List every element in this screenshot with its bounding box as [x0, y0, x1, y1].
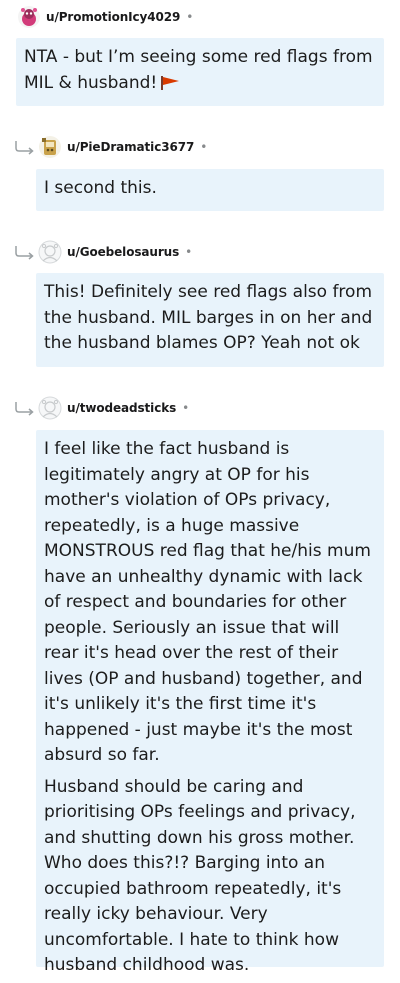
comment-header: u/PieDramatic3677 •	[38, 133, 207, 161]
comment-body: This! Definitely see red flags also from…	[36, 273, 384, 367]
comment-text: This! Definitely see red flags also from…	[44, 282, 373, 353]
username[interactable]: u/twodeadsticks	[67, 401, 176, 415]
separator-dot: •	[185, 245, 193, 259]
red-triangular-flag-icon	[160, 74, 180, 100]
comment-paragraph: I feel like the fact husband is legitima…	[44, 439, 371, 765]
comment-paragraph: Husband should be caring and prioritisin…	[44, 776, 356, 976]
reply-arrow-icon	[15, 141, 34, 155]
comment-header: u/Goebelosaurus •	[38, 238, 192, 266]
comment-body: I feel like the fact husband is legitima…	[36, 430, 384, 975]
separator-dot: •	[200, 140, 208, 154]
separator-dot: •	[182, 401, 190, 415]
comment-text: NTA - but I’m seeing some red flags from…	[24, 47, 373, 93]
comment-body: I second this.	[36, 169, 384, 211]
reply-arrow-icon	[15, 246, 34, 260]
reply-arrow-icon	[15, 402, 34, 416]
comment-thread: u/PromotionIcy4029 • NTA - but I’m seein…	[0, 0, 400, 983]
default-avatar-icon[interactable]	[38, 396, 62, 420]
default-avatar-icon[interactable]	[38, 240, 62, 264]
username[interactable]: u/Goebelosaurus	[67, 245, 179, 259]
separator-dot: •	[186, 10, 194, 24]
comment-text: I second this.	[44, 178, 157, 198]
snoo-avatar-gold-icon[interactable]	[38, 135, 62, 159]
comment-paragraph: NTA - but I’m seeing some red flags from…	[24, 45, 376, 99]
comment-header: u/twodeadsticks •	[38, 394, 189, 422]
comment-header: u/PromotionIcy4029 •	[17, 3, 193, 31]
username[interactable]: u/PromotionIcy4029	[46, 10, 180, 24]
snoo-avatar-pink-icon[interactable]	[17, 5, 41, 29]
comment-body: NTA - but I’m seeing some red flags from…	[16, 38, 384, 106]
username[interactable]: u/PieDramatic3677	[67, 140, 194, 154]
